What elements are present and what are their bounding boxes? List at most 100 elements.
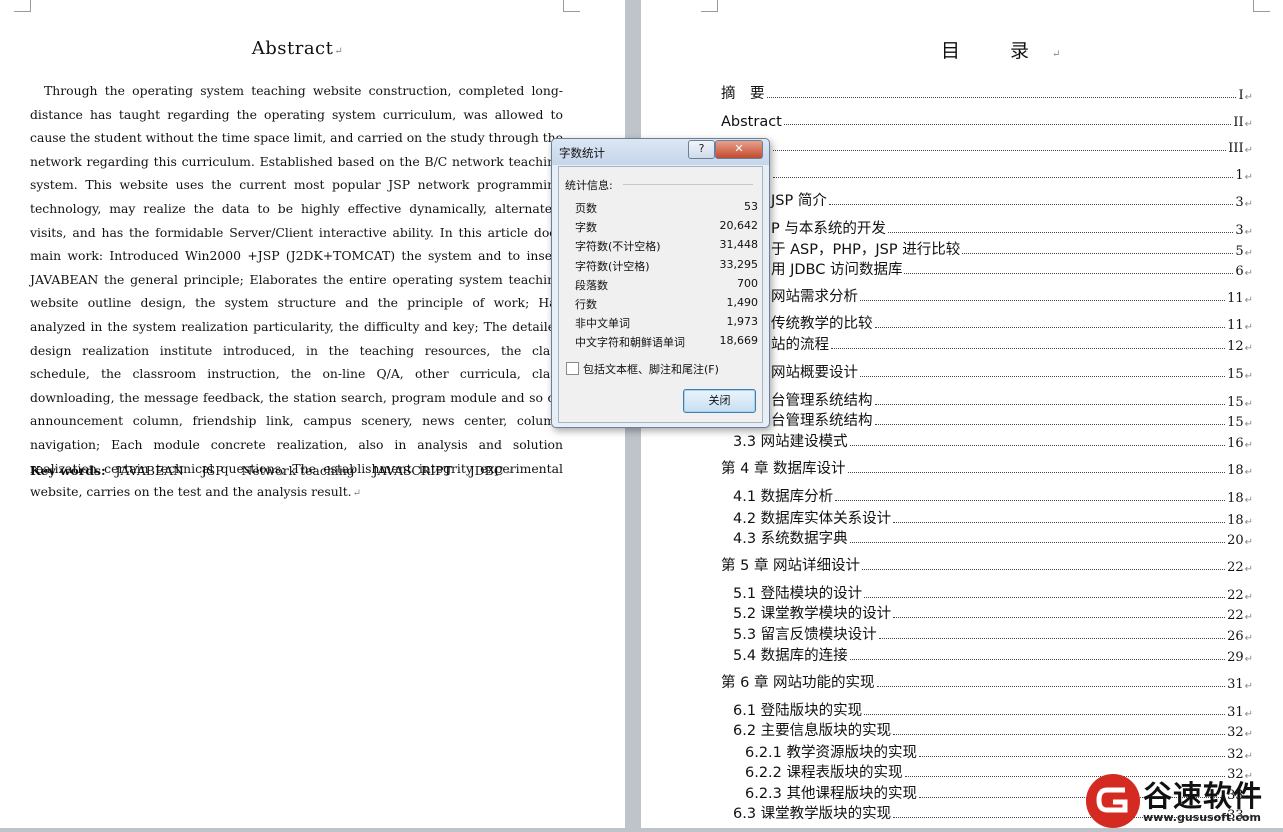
brand-url: www.gususoft.com (1143, 811, 1261, 824)
abstract-page: Abstract↵ Through the operating system t… (0, 0, 625, 828)
toc-leader-dots (828, 204, 1234, 205)
toc-entry-page: 32 (1227, 725, 1244, 740)
stats-group-label: 统计信息: (565, 179, 613, 192)
toc-leader-dots (860, 376, 1226, 377)
toc-entry[interactable]: 网站需求分析 11 ↵ (771, 286, 1253, 306)
toc-entry-text: 站的流程 (771, 337, 829, 353)
toc-leader-dots (962, 253, 1234, 254)
dialog-titlebar[interactable]: 字数统计 ? ✕ (552, 139, 769, 165)
stat-row: 字符数(计空格) 33,295 (575, 258, 758, 274)
toc-entry-page: 18 (1227, 513, 1244, 528)
abstract-title: Abstract↵ (251, 38, 344, 59)
toc-title: 目 录↵ (941, 40, 1061, 62)
group-divider (623, 184, 753, 185)
word-count-dialog[interactable]: 字数统计 ? ✕ 统计信息: 页数 53 字数 20,642 字符数(不计空格) 31,4… (551, 138, 770, 428)
toc-entry-text: 第 4 章 数据库设计 (721, 461, 846, 477)
toc-entry-text: 5.3 留言反馈模块设计 (733, 627, 877, 643)
brand-name: 谷速软件 (1143, 779, 1264, 813)
toc-leader-dots (835, 500, 1226, 501)
dialog-title: 字数统计 (559, 146, 605, 160)
toc-entry-page: 5 (1235, 244, 1244, 259)
stat-row: 字数 20,642 (575, 219, 758, 235)
keyword: JAVASCRIPT (372, 463, 452, 478)
toc-entry-page: 20 (1227, 533, 1244, 548)
abstract-body[interactable]: Through the operating system teaching we… (30, 79, 563, 506)
toc-entry[interactable]: 第 6 章 网站功能的实现 31 ↵ (721, 672, 1253, 692)
toc-entry[interactable]: P 与本系统的开发 3 ↵ (771, 218, 1253, 238)
toc-entry-page: 22 (1227, 560, 1244, 575)
toc-leader-dots (887, 232, 1234, 233)
toc-leader-dots (773, 150, 1227, 151)
toc-entry[interactable]: 第 4 章 数据库设计 18 ↵ (721, 458, 1253, 478)
toc-leader-dots (893, 734, 1226, 735)
toc-entry[interactable]: 第 5 章 网站详细设计 22 ↵ (721, 555, 1253, 575)
toc-entry-page: 3 (1235, 223, 1244, 238)
toc-leader-dots (849, 542, 1226, 543)
toc-entry[interactable]: JSP 简介 3 ↵ (771, 190, 1253, 210)
toc-leader-dots (831, 348, 1226, 349)
toc-entry[interactable]: 网站概要设计 15 ↵ (771, 362, 1253, 382)
toc-entry[interactable]: 4.2 数据库实体关系设计 18 ↵ (733, 508, 1253, 528)
toc-entry[interactable]: 3.3 网站建设模式 16 ↵ (733, 431, 1253, 451)
stat-row: 非中文单词 1,973 (575, 315, 758, 331)
toc-entry-text: 4.1 数据库分析 (733, 489, 834, 505)
stat-value: 53 (744, 200, 758, 213)
toc-entry-page: 12 (1227, 339, 1244, 354)
toc-entry[interactable]: 5.2 课堂教学模块的设计 22 ↵ (733, 603, 1253, 623)
toc-entry[interactable]: 台管理系统结构 15 ↵ (771, 390, 1253, 410)
toc-entry[interactable]: 5.3 留言反馈模块设计 26 ↵ (733, 624, 1253, 644)
toc-entry[interactable]: 传统教学的比较 11 ↵ (771, 313, 1253, 333)
toc-entry-text: 6.2.3 其他课程版块的实现 (745, 786, 918, 802)
toc-entry[interactable]: 4.1 数据库分析 18 ↵ (733, 486, 1253, 506)
toc-entry-text: 5.2 课堂教学模块的设计 (733, 606, 892, 622)
toc-entry-page: 31 (1227, 677, 1244, 692)
toc-leader-dots (893, 617, 1226, 618)
toc-leader-dots (847, 472, 1226, 473)
toc-entry-text: 用 JDBC 访问数据库 (771, 262, 903, 278)
toc-entry-page: 22 (1227, 608, 1244, 623)
toc-entry-text: 6.3 课堂教学版块的实现 (733, 806, 892, 822)
crop-mark (1253, 0, 1270, 12)
toc-leader-dots (864, 597, 1226, 598)
toc-entry[interactable]: 摘 要 I ↵ (721, 83, 1253, 103)
close-icon[interactable]: ✕ (715, 140, 763, 159)
toc-entry[interactable]: III ↵ (771, 136, 1253, 156)
toc-entry[interactable]: 6.2 主要信息版块的实现 32 ↵ (733, 720, 1253, 740)
toc-entry[interactable]: 站的流程 12 ↵ (771, 334, 1253, 354)
toc-leader-dots (860, 300, 1226, 301)
toc-entry[interactable]: 用 JDBC 访问数据库 6 ↵ (771, 259, 1253, 279)
toc-entry[interactable]: Abstract II ↵ (721, 110, 1253, 130)
toc-entry[interactable]: 1 ↵ (771, 163, 1253, 183)
toc-entry[interactable]: 6.2.1 教学资源版块的实现 32 ↵ (745, 742, 1253, 762)
stat-row: 段落数 700 (575, 277, 758, 293)
toc-entry-text: 6.2.2 课程表版块的实现 (745, 765, 903, 781)
toc-entry[interactable]: 5.4 数据库的连接 29 ↵ (733, 645, 1253, 665)
toc-entry-page: 15 (1227, 367, 1244, 382)
toc-leader-dots (766, 97, 1237, 98)
stat-row: 字符数(不计空格) 31,448 (575, 238, 758, 254)
toc-entry-text: 6.2 主要信息版块的实现 (733, 723, 892, 739)
toc-entry-page: 16 (1227, 436, 1244, 451)
toc-entry[interactable]: 台管理系统结构 15 ↵ (771, 410, 1253, 430)
include-textboxes-label[interactable]: 包括文本框、脚注和尾注(F) (583, 361, 719, 377)
help-button[interactable]: ? (688, 140, 715, 159)
stat-value: 1,973 (726, 315, 759, 329)
toc-entry-text: 5.4 数据库的连接 (733, 648, 848, 664)
toc-entry-page: 1 (1235, 168, 1244, 183)
crop-mark (14, 0, 31, 12)
stat-label: 页数 (575, 202, 597, 215)
toc-entry-page: 15 (1227, 395, 1244, 410)
close-button[interactable]: 关闭 (683, 389, 756, 413)
toc-entry-text: 5.1 登陆模块的设计 (733, 586, 863, 602)
toc-entry-text: 4.3 系统数据字典 (733, 531, 848, 547)
stat-label: 中文字符和朝鲜语单词 (575, 336, 685, 350)
toc-entry[interactable]: 6.1 登陆版块的实现 31 ↵ (733, 700, 1253, 720)
toc-entry-page: 11 (1227, 291, 1244, 306)
toc-entry[interactable]: 于 ASP，PHP，JSP 进行比较 5 ↵ (771, 239, 1253, 259)
toc-entry-text: 6.2.1 教学资源版块的实现 (745, 745, 918, 761)
toc-entry[interactable]: 5.1 登陆模块的设计 22 ↵ (733, 583, 1253, 603)
toc-leader-dots (849, 659, 1226, 660)
toc-entry-page: 32 (1227, 747, 1244, 762)
include-textboxes-checkbox[interactable] (566, 362, 579, 375)
toc-entry[interactable]: 4.3 系统数据字典 20 ↵ (733, 528, 1253, 548)
